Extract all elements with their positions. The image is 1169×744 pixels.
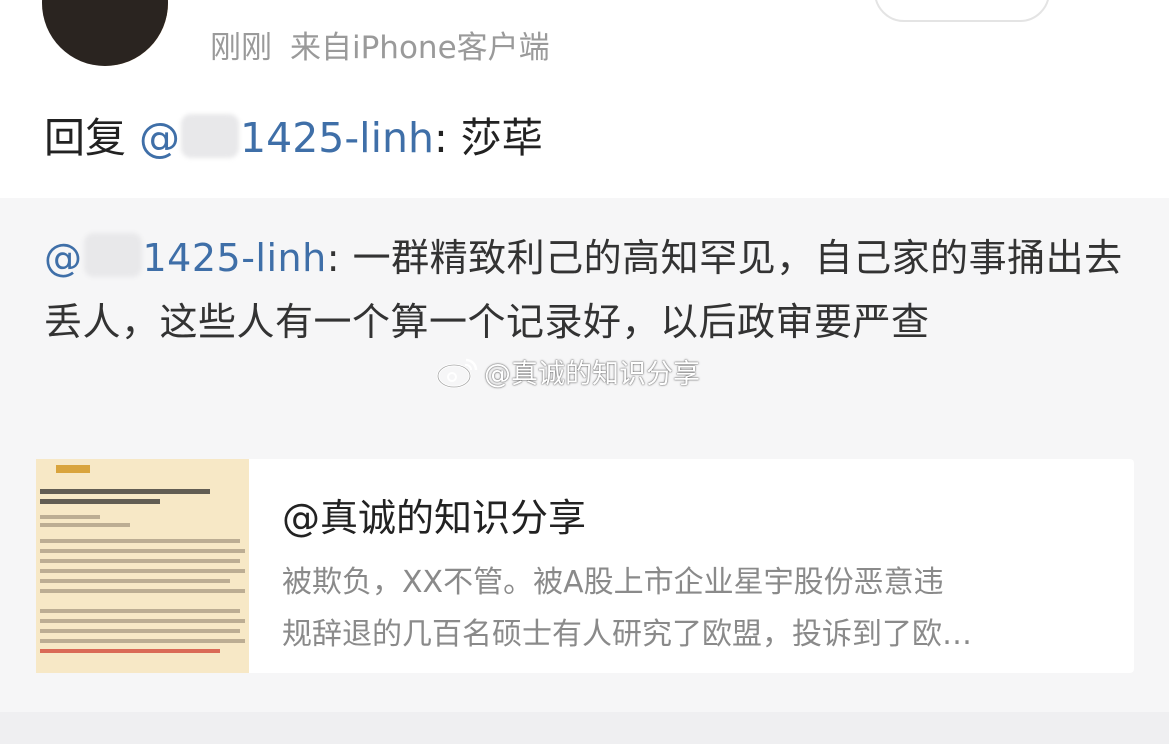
post-meta: 刚刚 来自iPhone客户端 [210,22,550,67]
bottom-divider [0,712,1169,744]
avatar-shade [42,0,168,66]
card-desc-line: 规辞退的几百名硕士有人研究了欧盟，投诉到了欧… [282,617,972,652]
card-title: @真诚的知识分享 [282,496,587,540]
follow-button[interactable] [874,0,1050,22]
card-desc-line: 被欺负，XX不管。被A股上市企业星宇股份恶意违 [282,565,944,600]
post-time: 刚刚 [210,30,272,66]
mention-name: 1425-linh [240,114,434,162]
quoted-text: @1425-linh: 一群精致利己的高知罕见，自己家的事捅出去丢人，这些人有一… [44,226,1134,354]
reply-text: 回复 @1425-linh: 莎荜 [44,104,543,164]
reply-body: : 莎荜 [433,114,543,162]
blurred-username [83,233,142,277]
thumb-tag [56,465,90,473]
mention-at: @ [139,114,181,162]
avatar[interactable] [42,0,168,66]
mention-at: @ [44,236,83,280]
post-source: 来自iPhone客户端 [290,30,550,66]
card-description: 被欺负，XX不管。被A股上市企业星宇股份恶意违 规辞退的几百名硕士有人研究了欧盟… [282,557,1102,661]
quoted-mention[interactable]: @1425-linh [44,233,327,280]
watermark: @真诚的知识分享 [434,352,700,391]
reply-prefix: 回复 [44,114,126,162]
card-thumbnail [36,459,249,673]
link-card[interactable]: @真诚的知识分享 被欺负，XX不管。被A股上市企业星宇股份恶意违 规辞退的几百名… [36,459,1134,673]
mention-name: 1425-linh [142,236,327,280]
blurred-username [181,114,240,158]
reply-mention[interactable]: @1425-linh [139,114,434,162]
watermark-text: @真诚的知识分享 [484,359,700,390]
weibo-icon [436,358,478,388]
